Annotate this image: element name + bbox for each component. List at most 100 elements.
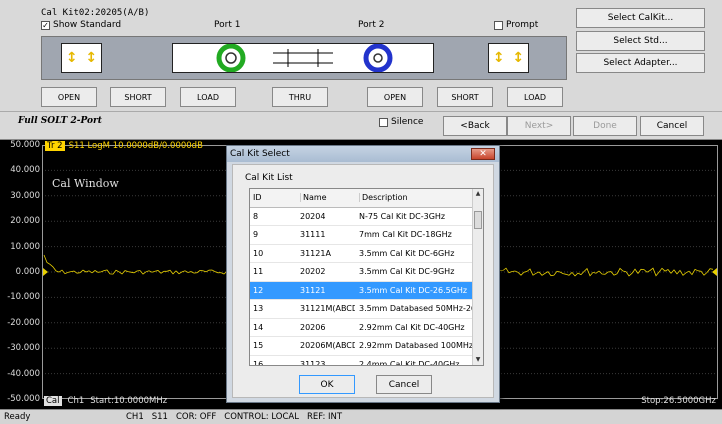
status-correction: COR: OFF bbox=[175, 412, 217, 422]
ok-button[interactable]: OK bbox=[299, 375, 355, 394]
port2-open-button[interactable]: OPEN bbox=[367, 87, 423, 107]
silence-checkbox[interactable]: Silence bbox=[379, 117, 423, 127]
y-tick-label: -10.000 bbox=[7, 292, 40, 303]
port1-short-button[interactable]: SHORT bbox=[110, 87, 166, 107]
cal-kit-list-label: Cal Kit List bbox=[245, 173, 293, 183]
vertical-scrollbar[interactable]: ▲ ▼ bbox=[472, 189, 483, 365]
y-tick-label: 30.000 bbox=[10, 190, 40, 201]
table-row[interactable]: 9 31111 7mm Cal Kit DC-18GHz bbox=[250, 226, 473, 245]
y-tick-label: 0.000 bbox=[15, 267, 40, 277]
select-calkit-button[interactable]: Select CalKit... bbox=[576, 8, 705, 28]
table-row[interactable]: 14 20206 2.92mm Cal Kit DC-40GHz bbox=[250, 319, 473, 337]
column-header-name[interactable]: Name bbox=[300, 193, 355, 202]
trace-id: Tr 2 bbox=[45, 141, 65, 151]
port2-connector-center-icon bbox=[373, 53, 383, 63]
thru-button[interactable]: THRU bbox=[272, 87, 328, 107]
checkbox-unchecked-icon bbox=[379, 117, 388, 127]
status-ready: Ready bbox=[4, 412, 31, 422]
trace-label: Tr 2 S11 LogM 10.0000dB/0.0000dB bbox=[45, 141, 203, 151]
table-row[interactable]: 10 31121A 3.5mm Cal Kit DC-6GHz bbox=[250, 245, 473, 263]
y-tick-label: -20.000 bbox=[7, 317, 40, 328]
table-row[interactable]: 13 31121M(ABCD) 3.5mm Databased 50MHz-26.5 bbox=[250, 300, 473, 319]
port2-label: Port 2 bbox=[358, 20, 385, 30]
cell-id: 10 bbox=[253, 248, 264, 258]
table-row[interactable]: 16 31123 2.4mm Cal Kit DC-40GHz bbox=[250, 356, 473, 366]
cell-id: 16 bbox=[253, 359, 264, 366]
checkbox-unchecked-icon bbox=[494, 20, 503, 30]
cell-description: 2.4mm Cal Kit DC-40GHz bbox=[359, 359, 460, 366]
port1-connector: ↕ ↕ bbox=[61, 43, 102, 73]
y-tick-label: -30.000 bbox=[7, 343, 40, 354]
port1-open-button[interactable]: OPEN bbox=[41, 87, 97, 107]
cell-id: 14 bbox=[253, 322, 264, 332]
bidirectional-arrow-icon: ↕ bbox=[512, 50, 525, 66]
column-header-id[interactable]: ID bbox=[253, 193, 293, 202]
cal-kit-list[interactable]: ID Name Description 8 20204 N-75 Cal Kit D… bbox=[249, 188, 484, 366]
column-header-description[interactable]: Description bbox=[359, 193, 472, 202]
dialog-title: Cal Kit Select bbox=[230, 149, 290, 159]
start-frequency: Start:10.0000MHz bbox=[90, 396, 168, 406]
done-button[interactable]: Done bbox=[573, 116, 637, 136]
select-adapter-button[interactable]: Select Adapter... bbox=[576, 53, 705, 73]
y-tick-label: 10.000 bbox=[10, 241, 40, 252]
divider bbox=[0, 111, 722, 112]
cell-description: 3.5mm Cal Kit DC-26.5GHz bbox=[359, 285, 468, 295]
cell-id: 13 bbox=[253, 304, 264, 313]
cell-name: 20204 bbox=[300, 211, 326, 221]
dialog-body: Cal Kit List ID Name Description 8 20204 N… bbox=[232, 164, 494, 398]
cell-name: 31121M(ABCD) bbox=[300, 304, 355, 313]
select-std-button[interactable]: Select Std... bbox=[576, 31, 705, 51]
cell-description: 2.92mm Cal Kit DC-40GHz bbox=[359, 322, 465, 332]
cell-description: 2.92mm Databased 100MHz-40 bbox=[359, 341, 472, 350]
scroll-thumb[interactable] bbox=[474, 211, 482, 229]
close-icon[interactable]: ✕ bbox=[471, 148, 495, 160]
bidirectional-arrow-icon: ↕ bbox=[85, 50, 98, 66]
dialog-titlebar[interactable]: Cal Kit Select ✕ bbox=[227, 146, 499, 162]
show-standard-label: Show Standard bbox=[53, 20, 122, 30]
table-row[interactable]: 8 20204 N-75 Cal Kit DC-3GHz bbox=[250, 208, 473, 226]
port2-load-button[interactable]: LOAD bbox=[507, 87, 563, 107]
cell-description: 7mm Cal Kit DC-18GHz bbox=[359, 230, 452, 239]
table-row[interactable]: 11 20202 3.5mm Cal Kit DC-9GHz bbox=[250, 263, 473, 282]
cell-id: 11 bbox=[253, 267, 264, 276]
thru-connection-diagram bbox=[172, 43, 434, 73]
prompt-label: Prompt bbox=[506, 20, 539, 30]
table-row[interactable]: 12 31121 3.5mm Cal Kit DC-26.5GHz bbox=[250, 281, 473, 300]
port1-load-button[interactable]: LOAD bbox=[180, 87, 236, 107]
cal-tag: Cal bbox=[44, 396, 62, 406]
y-tick-label: -40.000 bbox=[7, 368, 40, 379]
calibration-panel: Cal Kit02:20205(A/B) ✓ Show Standard Por… bbox=[0, 0, 722, 140]
checkbox-checked-icon: ✓ bbox=[41, 20, 50, 30]
cell-id: 8 bbox=[253, 211, 259, 221]
cell-id: 12 bbox=[253, 285, 264, 295]
status-bar: Ready CH1 S11 COR: OFF CONTROL: LOCAL RE… bbox=[0, 409, 722, 424]
y-tick-label: 50.000 bbox=[10, 140, 40, 150]
trace-info: S11 LogM 10.0000dB/0.0000dB bbox=[68, 141, 203, 151]
connector-diagram-svg bbox=[216, 43, 393, 73]
dialog-cancel-button[interactable]: Cancel bbox=[376, 375, 432, 394]
cell-description: 3.5mm Cal Kit DC-9GHz bbox=[359, 267, 455, 276]
y-tick-label: -50.000 bbox=[7, 394, 40, 404]
cal-mode-label: Full SOLT 2-Port bbox=[18, 116, 102, 126]
cancel-button[interactable]: Cancel bbox=[640, 116, 704, 136]
scroll-up-icon[interactable]: ▲ bbox=[473, 189, 483, 199]
prompt-checkbox[interactable]: Prompt bbox=[494, 20, 538, 30]
bidirectional-arrow-icon: ↕ bbox=[492, 50, 505, 66]
table-row[interactable]: 15 20206M(ABCD) 2.92mm Databased 100MHz-40 bbox=[250, 337, 473, 356]
bidirectional-arrow-icon: ↕ bbox=[65, 50, 78, 66]
port2-short-button[interactable]: SHORT bbox=[437, 87, 493, 107]
standard-diagram: ↕ ↕ ↕ ↕ bbox=[41, 36, 567, 80]
stop-frequency: Stop:26.5000GHz bbox=[641, 396, 716, 406]
back-button[interactable]: <Back bbox=[443, 116, 507, 136]
cal-kit-title: Cal Kit02:20205(A/B) bbox=[41, 8, 150, 18]
status-param: S11 bbox=[151, 412, 168, 422]
channel-name: Ch1 bbox=[67, 396, 85, 406]
status-control: CONTROL: LOCAL bbox=[224, 412, 299, 422]
next-button[interactable]: Next> bbox=[507, 116, 571, 136]
scroll-down-icon[interactable]: ▼ bbox=[473, 355, 483, 365]
status-channel: CH1 bbox=[126, 412, 144, 422]
show-standard-checkbox[interactable]: ✓ Show Standard bbox=[41, 20, 121, 30]
cell-name: 20206M(ABCD) bbox=[300, 341, 355, 350]
status-reference: REF: INT bbox=[306, 412, 343, 422]
cell-name: 20206 bbox=[300, 322, 326, 332]
